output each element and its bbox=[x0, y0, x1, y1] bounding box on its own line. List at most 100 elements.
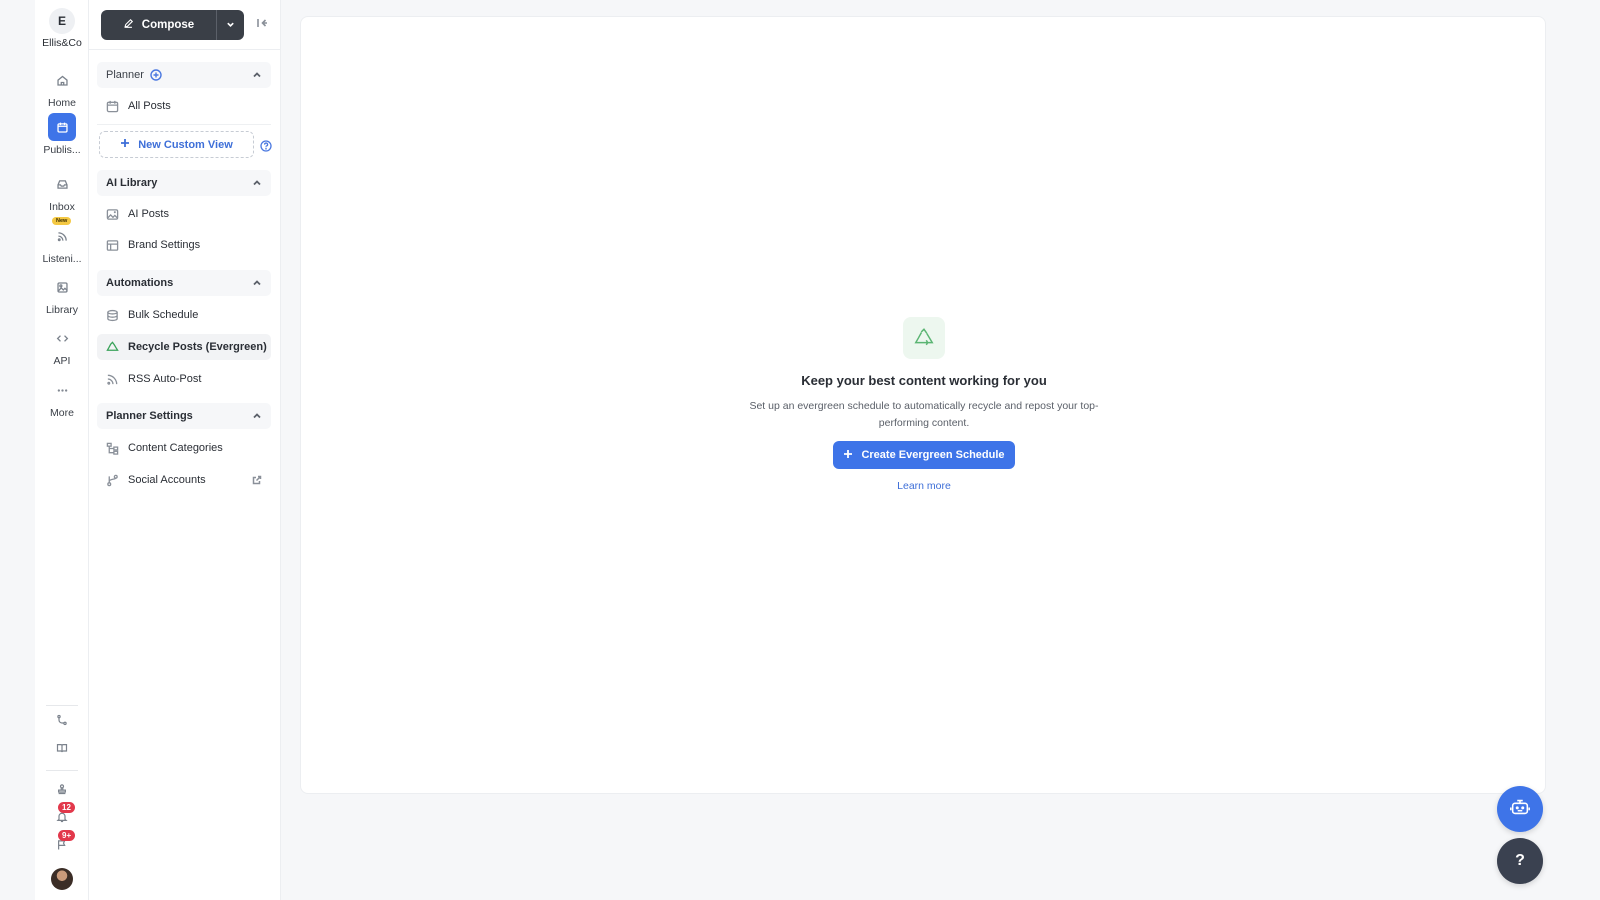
rss-icon bbox=[48, 222, 76, 250]
rail-item-more[interactable]: More bbox=[35, 376, 89, 419]
create-evergreen-schedule-button[interactable]: Create Evergreen Schedule bbox=[833, 441, 1015, 469]
publish-sidebar: Compose Planner All Posts New Custom Vie… bbox=[89, 0, 281, 900]
section-planner[interactable]: Planner bbox=[97, 62, 271, 88]
empty-state-title: Keep your best content working for you bbox=[801, 373, 1047, 388]
branch-icon bbox=[106, 474, 119, 487]
sidebar-item-ai-posts[interactable]: AI Posts bbox=[97, 201, 271, 227]
sidebar-divider bbox=[97, 124, 271, 125]
sidebar-item-label: Brand Settings bbox=[128, 239, 201, 251]
chevron-up-icon bbox=[252, 278, 262, 288]
rail-label-api: API bbox=[53, 355, 71, 367]
database-icon bbox=[106, 309, 119, 322]
rail-item-api[interactable]: API bbox=[35, 324, 89, 367]
ai-assistant-button[interactable] bbox=[1497, 786, 1543, 832]
compose-label: Compose bbox=[141, 19, 195, 31]
empty-state-description: Set up an evergreen schedule to automati… bbox=[749, 400, 1099, 429]
sidebar-item-rss-auto-post[interactable]: RSS Auto-Post bbox=[97, 366, 271, 392]
chevron-up-icon bbox=[252, 178, 262, 188]
feedback-count-badge: 9+ bbox=[58, 830, 76, 841]
user-avatar[interactable] bbox=[51, 868, 73, 890]
plus-icon bbox=[120, 138, 130, 151]
rail-item-publish[interactable]: Publis... bbox=[35, 113, 89, 156]
rail-item-library[interactable]: Library bbox=[35, 273, 89, 316]
notification-count-badge: 12 bbox=[58, 802, 75, 813]
main-content-card: Keep your best content working for you S… bbox=[300, 16, 1546, 794]
collapse-left-icon bbox=[256, 16, 268, 34]
sidebar-item-label: AI Posts bbox=[128, 208, 169, 220]
help-circle-icon[interactable] bbox=[260, 139, 272, 152]
rail-item-listening[interactable]: New Listeni... bbox=[35, 217, 89, 265]
icon-rail: E Ellis&Co Home Publis... Inbox New List… bbox=[35, 0, 89, 900]
sidebar-item-brand-settings[interactable]: Brand Settings bbox=[97, 232, 271, 258]
collapse-sidebar-button[interactable] bbox=[254, 17, 270, 33]
recycle-icon bbox=[903, 317, 945, 359]
sidebar-item-label: Recycle Posts (Evergreen) bbox=[128, 341, 267, 353]
workspace-logo: E bbox=[49, 8, 75, 34]
code-icon bbox=[48, 324, 76, 352]
rail-item-inbox[interactable]: Inbox bbox=[35, 170, 89, 213]
inbox-icon bbox=[48, 170, 76, 198]
ai-image-icon bbox=[106, 208, 119, 221]
chevron-up-icon bbox=[252, 70, 262, 80]
sidebar-item-label: Bulk Schedule bbox=[128, 309, 199, 321]
guide-button[interactable] bbox=[35, 740, 89, 760]
rail-label-listening: Listeni... bbox=[42, 253, 82, 265]
stamp-icon bbox=[56, 782, 68, 800]
rail-label-publish: Publis... bbox=[43, 144, 81, 156]
feedback-button[interactable]: 9+ bbox=[35, 830, 89, 857]
rail-divider bbox=[46, 770, 78, 771]
rail-item-home[interactable]: Home bbox=[35, 66, 89, 109]
compose-dropdown-button[interactable] bbox=[216, 10, 244, 40]
recycle-icon bbox=[106, 340, 119, 354]
rail-label-home: Home bbox=[47, 97, 76, 109]
rss-icon bbox=[106, 373, 119, 386]
image-library-icon bbox=[48, 273, 76, 301]
sidebar-item-all-posts[interactable]: All Posts bbox=[97, 93, 271, 119]
sidebar-item-recycle-posts[interactable]: Recycle Posts (Evergreen) bbox=[97, 334, 271, 360]
section-planner-settings[interactable]: Planner Settings bbox=[97, 403, 271, 429]
section-ai-library-title: AI Library bbox=[106, 177, 158, 189]
workflow-button[interactable] bbox=[35, 712, 89, 732]
add-circle-icon[interactable] bbox=[150, 69, 162, 81]
section-planner-settings-title: Planner Settings bbox=[106, 410, 193, 422]
new-custom-view-button[interactable]: New Custom View bbox=[99, 131, 254, 158]
rail-label-library: Library bbox=[45, 304, 79, 316]
rail-label-inbox: Inbox bbox=[49, 201, 75, 213]
section-ai-library[interactable]: AI Library bbox=[97, 170, 271, 196]
new-badge: New bbox=[52, 217, 72, 225]
sidebar-item-label: RSS Auto-Post bbox=[128, 373, 202, 385]
workspace-switcher[interactable]: E Ellis&Co bbox=[35, 8, 89, 49]
chevron-down-icon bbox=[226, 16, 235, 34]
help-button[interactable]: ? bbox=[1497, 838, 1543, 884]
chevron-up-icon bbox=[252, 411, 262, 421]
home-icon bbox=[48, 66, 76, 94]
notifications-button[interactable]: 12 bbox=[35, 802, 89, 829]
book-icon bbox=[56, 741, 68, 759]
section-planner-title: Planner bbox=[106, 69, 144, 81]
sidebar-item-label: Social Accounts bbox=[128, 474, 206, 486]
storefront-icon bbox=[106, 239, 119, 252]
empty-state: Keep your best content working for you S… bbox=[301, 317, 1547, 492]
learn-more-link[interactable]: Learn more bbox=[301, 480, 1547, 492]
calendar-icon bbox=[106, 100, 119, 113]
create-evergreen-schedule-label: Create Evergreen Schedule bbox=[861, 449, 1005, 461]
approvals-button[interactable] bbox=[35, 781, 89, 801]
section-automations-title: Automations bbox=[106, 277, 174, 289]
sidebar-item-social-accounts[interactable]: Social Accounts bbox=[97, 467, 271, 493]
rail-label-more: More bbox=[50, 407, 74, 419]
compose-button[interactable]: Compose bbox=[101, 10, 216, 40]
calendar-icon bbox=[48, 113, 76, 141]
compose-button-group: Compose bbox=[101, 10, 244, 40]
sidebar-item-bulk-schedule[interactable]: Bulk Schedule bbox=[97, 302, 271, 328]
sidebar-item-label: Content Categories bbox=[128, 442, 223, 454]
sidebar-divider bbox=[89, 49, 281, 50]
section-automations[interactable]: Automations bbox=[97, 270, 271, 296]
plus-icon bbox=[843, 449, 853, 462]
pencil-icon bbox=[123, 18, 134, 32]
workflow-icon bbox=[56, 713, 68, 731]
new-custom-view-label: New Custom View bbox=[138, 138, 233, 151]
rail-divider bbox=[46, 705, 78, 706]
sidebar-item-content-categories[interactable]: Content Categories bbox=[97, 435, 271, 461]
more-dots-icon bbox=[48, 376, 76, 404]
workspace-name: Ellis&Co bbox=[42, 37, 82, 49]
